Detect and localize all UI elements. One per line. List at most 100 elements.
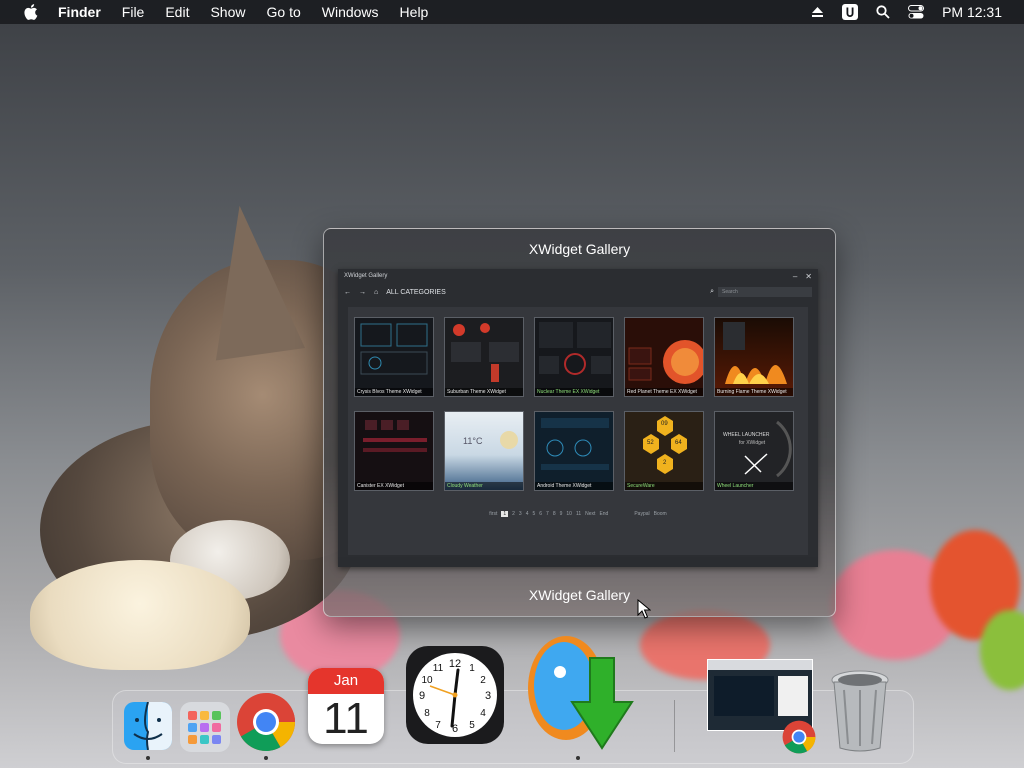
menu-edit[interactable]: Edit	[165, 4, 189, 20]
svg-text:5: 5	[469, 720, 475, 731]
widget-tile[interactable]: Crysis Blvos Theme XWidget	[354, 317, 434, 397]
calendar-month: Jan	[308, 668, 384, 694]
svg-text:12: 12	[449, 658, 461, 670]
gallery-pager: first 1 2 3 4 5 6 7 8 9 10 11 Next End P…	[348, 511, 808, 517]
finder-running-dot	[146, 756, 150, 760]
eject-icon[interactable]	[811, 6, 824, 18]
widget-tile[interactable]: Nuclear Theme EX XWidget	[534, 317, 614, 397]
widget-tile-caption: Red Planet Theme EX XWidget	[625, 388, 703, 396]
mouse-cursor-icon	[637, 599, 651, 619]
launchpad-dock-icon[interactable]	[180, 702, 230, 752]
pager-next[interactable]: Next	[585, 511, 595, 517]
widget-tile-caption: Canister EX XWidget	[355, 482, 433, 490]
menubar-clock[interactable]: PM 12:31	[942, 4, 1002, 20]
gallery-app-title: XWidget Gallery	[344, 273, 388, 279]
pager-page-active[interactable]: 1	[501, 511, 509, 517]
xwidget-gallery-preview[interactable]: XWidget Gallery – ✕ ← → ⌂ ALL CATEGORIES…	[338, 269, 818, 567]
chrome-dock-icon[interactable]	[236, 692, 296, 752]
hex-value: 09	[661, 421, 668, 427]
widget-tile[interactable]: Suburban Theme XWidget	[444, 317, 524, 397]
menu-app-name[interactable]: Finder	[58, 4, 101, 20]
calendar-day: 11	[323, 694, 369, 743]
search-icon[interactable]	[876, 5, 890, 19]
widget-tile-caption: Android Theme XWidget	[535, 482, 613, 490]
window-title: XWidget Gallery	[528, 241, 631, 257]
svg-text:11: 11	[433, 663, 444, 674]
widget-tile[interactable]: Canister EX XWidget	[354, 411, 434, 491]
widget-tile-caption: Crysis Blvos Theme XWidget	[355, 388, 433, 396]
svg-text:8: 8	[424, 708, 430, 719]
xwidget-download-dock-icon[interactable]	[520, 630, 650, 754]
pager-first[interactable]: first	[489, 511, 497, 517]
clock-dock-icon[interactable]: 12 3 6 9 1 2 4 5 7 8 10 11	[406, 646, 504, 744]
widget-tile[interactable]: WHEEL LAUNCHER for XWidget Wheel Launche…	[714, 411, 794, 491]
gallery-content: Crysis Blvos Theme XWidget Suburban Them…	[348, 307, 808, 555]
svg-text:2: 2	[480, 675, 486, 686]
close-icon[interactable]: ✕	[805, 272, 812, 281]
widget-tile[interactable]: 11°C Cloudy Weather	[444, 411, 524, 491]
menu-show[interactable]: Show	[210, 4, 245, 20]
pager-page[interactable]: 11	[576, 511, 581, 517]
widget-tile-caption: Burning Flame Theme XWidget	[715, 388, 793, 396]
gallery-nav-row: ← → ⌂ ALL CATEGORIES ⌕ Search	[338, 283, 818, 301]
thumb-side	[778, 676, 808, 716]
svg-text:7: 7	[435, 720, 441, 731]
app-expose-window[interactable]: XWidget Gallery XWidget Gallery – ✕ ← → …	[323, 228, 836, 617]
category-label[interactable]: ALL CATEGORIES	[386, 289, 446, 296]
svg-text:10: 10	[421, 675, 433, 686]
home-icon[interactable]: ⌂	[374, 289, 378, 296]
search-icon: ⌕	[710, 288, 714, 295]
apple-menu-icon[interactable]	[18, 4, 44, 20]
trash-dock-icon[interactable]	[830, 668, 890, 752]
hex-value: 2	[663, 460, 667, 466]
pager-page[interactable]: 10	[566, 511, 572, 517]
gallery-search-input[interactable]: Search	[718, 287, 812, 297]
widget-tile[interactable]: 09 64 52 2 SecureWare	[624, 411, 704, 491]
pager-end[interactable]: End	[599, 511, 608, 517]
pager-page[interactable]: 9	[560, 511, 563, 517]
control-center-icon[interactable]	[908, 5, 925, 19]
u-badge-icon[interactable]	[842, 4, 859, 20]
gallery-bottom-bar	[338, 557, 818, 567]
minimize-icon[interactable]: –	[793, 272, 797, 281]
thumb-preview	[714, 676, 774, 716]
window-footer-label: XWidget Gallery	[528, 587, 631, 603]
hex-value: 52	[647, 440, 654, 446]
forward-arrow-icon[interactable]: →	[359, 289, 366, 296]
menu-windows[interactable]: Windows	[322, 4, 379, 20]
pager-page[interactable]: 7	[546, 511, 549, 517]
gallery-titlebar: XWidget Gallery – ✕	[338, 269, 818, 283]
menu-file[interactable]: File	[122, 4, 145, 20]
toy-mouse	[30, 560, 250, 670]
widget-tile-caption: Nuclear Theme EX XWidget	[535, 388, 613, 396]
svg-text:3: 3	[485, 690, 491, 702]
finder-dock-icon[interactable]	[124, 702, 172, 750]
cat-ear	[194, 199, 306, 361]
xwidget-running-dot	[576, 756, 580, 760]
hex-value: 64	[675, 440, 682, 446]
svg-text:9: 9	[419, 690, 425, 702]
pager-page[interactable]: 6	[539, 511, 542, 517]
back-arrow-icon[interactable]: ←	[344, 289, 351, 296]
svg-text:4: 4	[480, 708, 486, 719]
chrome-badge-icon	[782, 720, 816, 754]
widget-tile[interactable]: Android Theme XWidget	[534, 411, 614, 491]
pager-page[interactable]: 2	[512, 511, 515, 517]
boom-link[interactable]: Boom	[654, 511, 667, 517]
pager-page[interactable]: 5	[532, 511, 535, 517]
thumb-titlebar	[708, 660, 812, 670]
pager-page[interactable]: 4	[526, 511, 529, 517]
menu-help[interactable]: Help	[400, 4, 429, 20]
svg-text:1: 1	[469, 663, 475, 674]
pager-page[interactable]: 3	[519, 511, 522, 517]
calendar-dock-icon[interactable]: Jan 11	[308, 668, 384, 744]
paypal-link[interactable]: Paypal	[634, 511, 649, 517]
widget-grid: Crysis Blvos Theme XWidget Suburban Them…	[354, 317, 794, 491]
widget-tile[interactable]: Burning Flame Theme XWidget	[714, 317, 794, 397]
chrome-running-dot	[264, 756, 268, 760]
dock-separator	[674, 700, 675, 752]
menu-bar: Finder File Edit Show Go to Windows Help…	[0, 0, 1024, 24]
widget-tile[interactable]: Red Planet Theme EX XWidget	[624, 317, 704, 397]
pager-page[interactable]: 8	[553, 511, 556, 517]
menu-go-to[interactable]: Go to	[267, 4, 301, 20]
